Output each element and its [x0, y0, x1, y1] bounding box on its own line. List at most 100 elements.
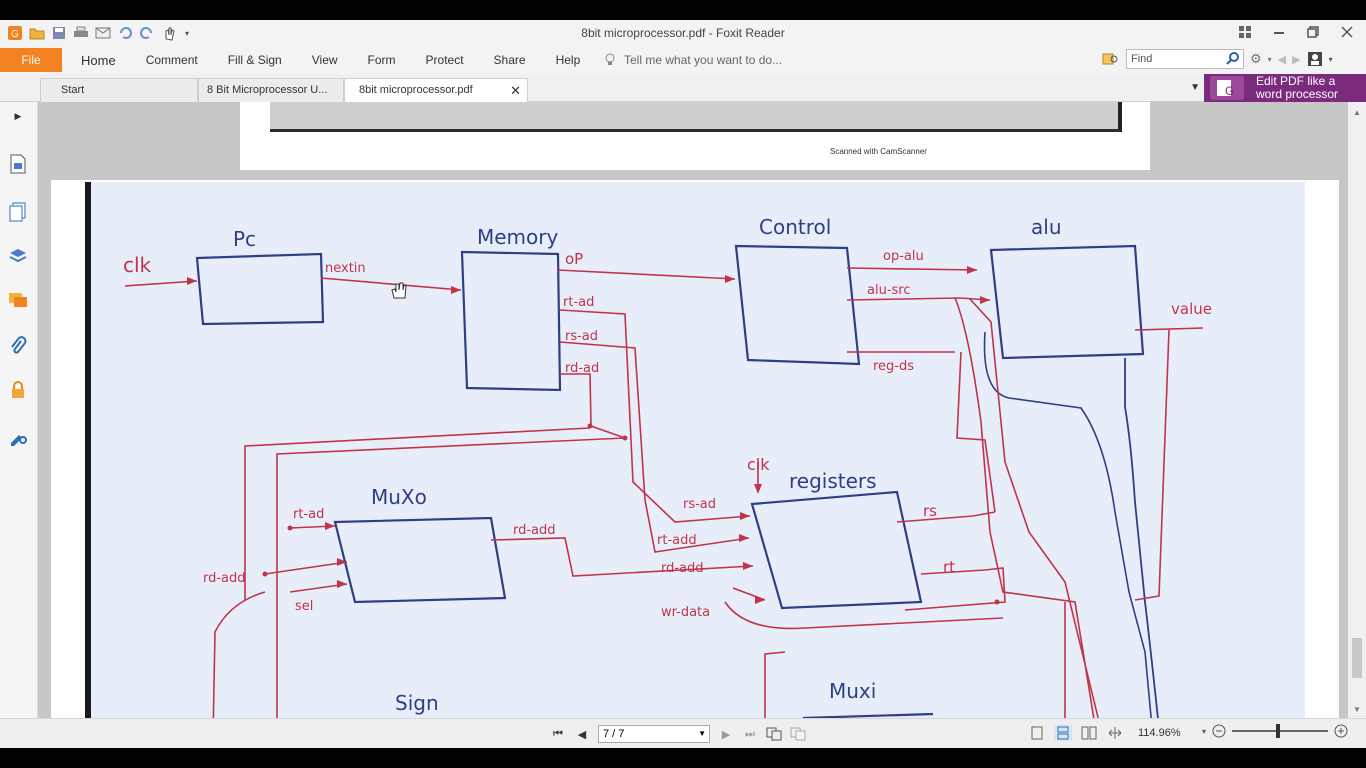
tab-label: 8bit microprocessor.pdf: [359, 84, 473, 96]
single-page-icon[interactable]: [1028, 725, 1046, 741]
pages-icon[interactable]: [8, 202, 28, 222]
tab-list-dropdown-icon[interactable]: ▼: [1190, 82, 1200, 93]
zoom-in-icon[interactable]: [1334, 724, 1348, 738]
tab-8bit-microprocessor-pdf[interactable]: 8bit microprocessor.pdf ✕: [344, 78, 528, 102]
view-modes: [1028, 725, 1124, 741]
restore-icon[interactable]: [1304, 23, 1322, 41]
expand-panel-icon[interactable]: ▶: [8, 106, 28, 126]
next-view-icon[interactable]: [790, 726, 806, 742]
page-dropdown-icon[interactable]: ▼: [698, 729, 706, 738]
reg-rs-label: rs-ad: [683, 497, 716, 512]
find-area: Find ⚙ ▾ ◀ ▶ ▾: [1102, 49, 1333, 69]
tab-view[interactable]: View: [297, 53, 353, 67]
reg-wd-label: wr-data: [661, 605, 710, 620]
tab-home[interactable]: Home: [66, 53, 131, 68]
account-dropdown-icon[interactable]: ▾: [1329, 55, 1333, 64]
facing-pages-icon[interactable]: [1080, 725, 1098, 741]
ribbon-tabs: Home Comment Fill & Sign View Form Prote…: [66, 46, 595, 74]
security-icon[interactable]: [8, 380, 28, 400]
tell-me-search[interactable]: Tell me what you want to do...: [604, 53, 782, 67]
edit-pdf-icon: G: [1210, 76, 1244, 100]
document-view[interactable]: Scanned with CamScanner Pc Memory Contro…: [38, 102, 1348, 718]
tab-help[interactable]: Help: [541, 53, 596, 67]
ribbon: File Home Comment Fill & Sign View Form …: [0, 46, 1366, 74]
signatures-icon[interactable]: [8, 426, 28, 446]
scroll-down-icon[interactable]: ▼: [1353, 705, 1361, 714]
window-title: 8bit microprocessor.pdf - Foxit Reader: [581, 26, 785, 40]
scroll-up-icon[interactable]: ▲: [1353, 108, 1361, 117]
ctrl-regds-label: reg-ds: [873, 359, 914, 374]
tab-protect[interactable]: Protect: [411, 53, 479, 67]
muxo-block: [333, 516, 507, 604]
hand-cursor-icon: [391, 282, 407, 299]
svg-text:G: G: [1225, 84, 1234, 98]
zoom-level[interactable]: 114.96%: [1138, 727, 1181, 739]
alu-out-label: value: [1171, 300, 1212, 318]
mux-sel-label: sel: [295, 599, 313, 614]
scanned-photo-edge: [270, 102, 1122, 132]
grid-view-icon[interactable]: [1236, 23, 1254, 41]
reg-rd-label: rd-add: [661, 561, 704, 576]
vertical-scrollbar[interactable]: ▲ ▼: [1348, 102, 1366, 718]
scrollbar-thumb[interactable]: [1352, 638, 1362, 678]
status-bar: ⏮ ◀ 7 / 7 ▼ ▶ ⏭ 114.96% ▾: [0, 718, 1366, 748]
alu-block: [989, 244, 1145, 360]
zoom-out-icon[interactable]: [1212, 724, 1226, 738]
reg-rt-label: rt-add: [657, 533, 697, 548]
pc-block: [195, 252, 325, 326]
layers-icon[interactable]: [8, 246, 28, 266]
mux-rd-label: rd-add: [203, 571, 246, 586]
muxo-label: MuXo: [371, 485, 427, 509]
prev-result-icon[interactable]: ◀: [1278, 53, 1286, 66]
reg-clk-label: clk: [747, 455, 770, 474]
minimize-icon[interactable]: [1270, 23, 1288, 41]
tab-comment[interactable]: Comment: [131, 53, 213, 67]
zoom-controls: ▾: [1202, 724, 1348, 738]
user-account-icon[interactable]: [1307, 51, 1323, 67]
muxi-label: Muxi: [829, 679, 876, 703]
page-thumbnail-icon[interactable]: [8, 154, 28, 174]
pc-out-label: nextin: [325, 261, 366, 276]
edit-pdf-promo[interactable]: G Edit PDF like a word processor: [1204, 74, 1366, 102]
comments-icon[interactable]: [8, 290, 28, 310]
next-result-icon[interactable]: ▶: [1292, 53, 1300, 66]
last-page-icon[interactable]: ⏭: [742, 726, 758, 742]
tab-share[interactable]: Share: [479, 53, 541, 67]
title-bar: G ▾ 8bit microprocessor.pdf - Foxit Read…: [0, 20, 1366, 46]
fit-width-icon[interactable]: [1106, 725, 1124, 741]
scanned-footer: Scanned with CamScanner: [830, 147, 927, 156]
previous-page: Scanned with CamScanner: [240, 102, 1150, 170]
settings-icon[interactable]: ⚙: [1250, 51, 1262, 67]
first-page-icon[interactable]: ⏮: [550, 726, 566, 742]
page-number-input[interactable]: 7 / 7 ▼: [598, 725, 710, 743]
memory-block: [460, 250, 562, 392]
mem-rd-label: rd-ad: [565, 361, 599, 376]
next-page-icon[interactable]: ▶: [718, 726, 734, 742]
find-input[interactable]: Find: [1126, 49, 1244, 69]
registers-label: registers: [789, 469, 877, 493]
find-options-icon[interactable]: [1102, 51, 1120, 67]
file-menu-button[interactable]: File: [0, 48, 62, 72]
zoom-slider[interactable]: [1232, 724, 1329, 738]
navigation-panel: ▶: [0, 102, 38, 718]
search-icon[interactable]: [1226, 51, 1240, 65]
zoom-slider-knob[interactable]: [1276, 724, 1281, 738]
previous-view-icon[interactable]: [766, 726, 782, 742]
zoom-dropdown-icon[interactable]: ▾: [1202, 727, 1206, 736]
mem-op-label: oP: [565, 250, 583, 268]
attachments-icon[interactable]: [8, 336, 28, 356]
mem-rs-label: rs-ad: [565, 329, 598, 344]
reg-out-rs-label: rs: [923, 502, 937, 520]
page-navigation: ⏮ ◀ 7 / 7 ▼ ▶ ⏭: [550, 725, 806, 743]
settings-dropdown-icon[interactable]: ▾: [1268, 55, 1272, 64]
tab-start[interactable]: Start: [40, 78, 198, 102]
continuous-page-icon[interactable]: [1054, 725, 1072, 741]
tab-form[interactable]: Form: [353, 53, 411, 67]
tab-fill-sign[interactable]: Fill & Sign: [213, 53, 297, 67]
close-tab-icon[interactable]: ✕: [510, 83, 521, 99]
close-icon[interactable]: [1338, 23, 1356, 41]
previous-page-icon[interactable]: ◀: [574, 726, 590, 742]
promo-line-2: word processor: [1256, 87, 1339, 101]
sign-label: Sign: [395, 691, 439, 715]
tab-8bit-microprocessor-u[interactable]: 8 Bit Microprocessor U...: [198, 78, 344, 102]
